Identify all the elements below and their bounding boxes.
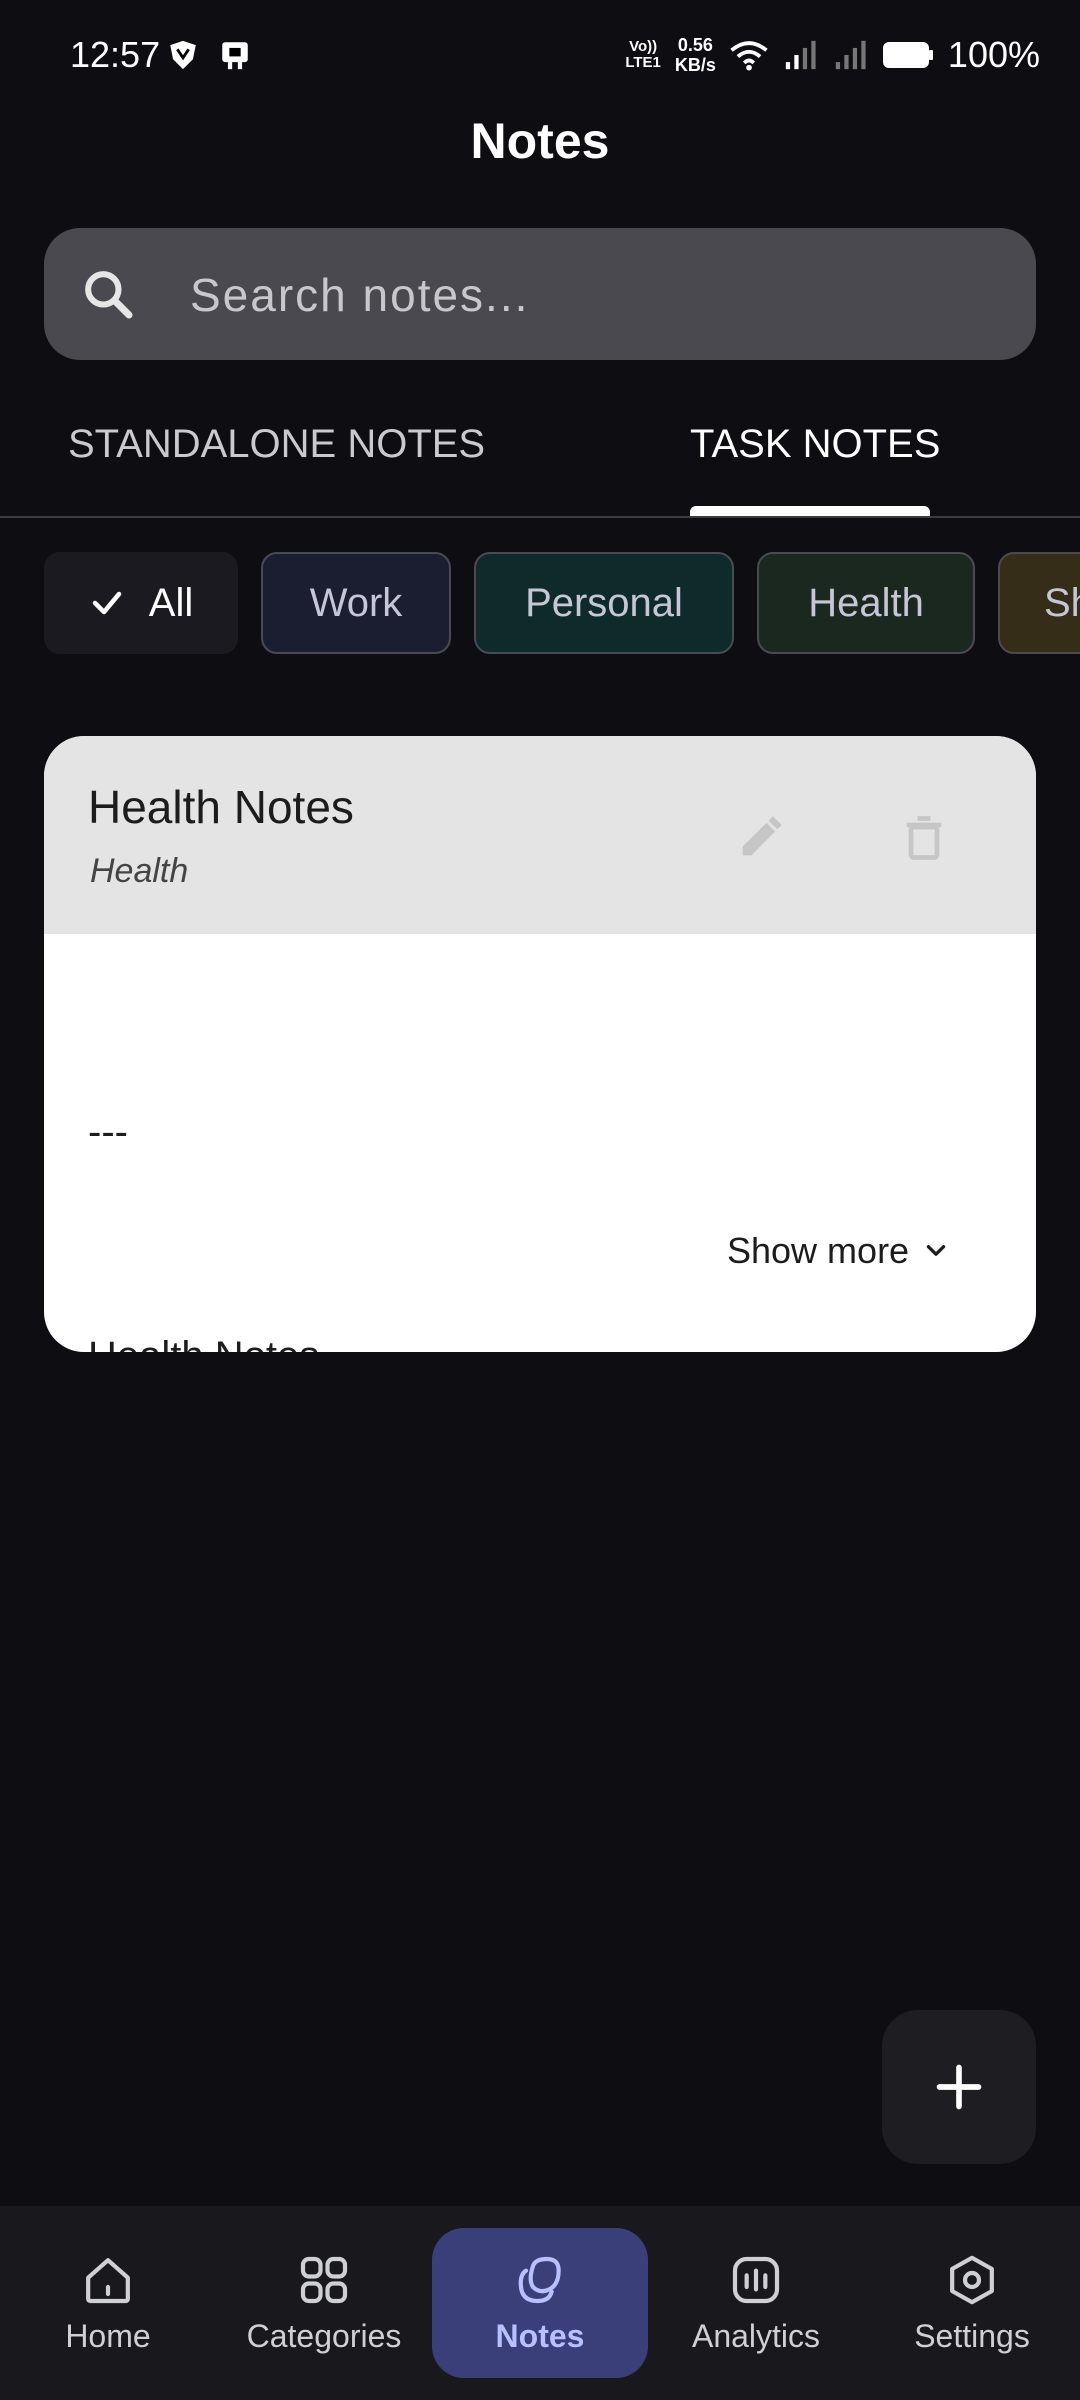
app-notification-icon <box>222 42 248 70</box>
network-speed: 0.56 KB/s <box>675 35 716 75</box>
nav-notes[interactable]: Notes <box>432 2206 648 2400</box>
settings-icon <box>950 2255 994 2304</box>
net-speed-unit: KB/s <box>674 55 716 75</box>
volte-line2: LTE1 <box>625 54 661 71</box>
add-note-button[interactable] <box>882 2010 1036 2164</box>
volte-line1: Vo)) <box>629 38 658 55</box>
analytics-icon <box>732 2256 780 2303</box>
edit-icon[interactable] <box>734 812 786 864</box>
show-more-button[interactable]: Show more <box>727 1230 949 1272</box>
note-category: Health <box>90 852 189 890</box>
note-card[interactable]: Health Notes Health --- Health Notes Sho… <box>44 736 1036 1352</box>
delete-icon[interactable] <box>898 812 950 864</box>
chip-partial[interactable]: Sh <box>998 552 1080 654</box>
show-more-label: Show more <box>727 1230 910 1271</box>
chip-all-label: All <box>148 580 194 625</box>
active-tab-indicator <box>690 506 930 516</box>
signal-icon-2 <box>835 40 866 70</box>
battery-percentage: 100% <box>947 34 1040 75</box>
bottom-navigation-items: Notes Analytics Settings <box>0 2206 1080 2400</box>
signal-icon <box>785 40 816 70</box>
note-body-line2: Health Notes <box>88 1300 319 1352</box>
notes-icon <box>518 2256 561 2303</box>
status-time: 12:57 <box>70 34 161 75</box>
tab-standalone-notes[interactable]: STANDALONE NOTES <box>68 422 485 467</box>
status-bar: 12:57 Vo)) LTE1 0.56 KB/s 100% <box>0 0 1080 110</box>
wifi-icon <box>730 41 768 71</box>
note-card-header <box>44 736 1036 934</box>
tab-bar: STANDALONE NOTES TASK NOTES <box>0 400 1080 518</box>
chip-work[interactable]: Work <box>261 552 451 654</box>
nav-analytics-label: Analytics <box>691 2317 821 2354</box>
tab-task-notes[interactable]: TASK NOTES <box>690 422 940 467</box>
page-title: Notes <box>470 113 610 169</box>
nav-notes-label: Notes <box>495 2317 585 2354</box>
status-notification-icons <box>166 38 252 72</box>
search-input[interactable] <box>188 256 1012 334</box>
chip-health-label: Health <box>808 580 924 625</box>
chip-partial-label: Sh <box>1044 580 1080 625</box>
chip-personal[interactable]: Personal <box>474 552 734 654</box>
net-speed-value: 0.56 <box>677 35 713 55</box>
chip-work-label: Work <box>309 580 403 625</box>
search-icon[interactable] <box>80 266 136 322</box>
note-body: --- Health Notes <box>88 964 319 1352</box>
chip-personal-label: Personal <box>525 580 683 625</box>
plus-icon <box>936 2064 982 2110</box>
status-right-group: Vo)) LTE1 0.56 KB/s 100% <box>625 34 1040 76</box>
battery-icon <box>882 42 933 68</box>
chip-all[interactable]: All <box>44 552 238 654</box>
check-icon <box>92 591 122 615</box>
nav-settings-label: Settings <box>914 2317 1030 2354</box>
nav-settings[interactable]: Settings <box>898 2206 1046 2400</box>
chip-health[interactable]: Health <box>757 552 975 654</box>
category-filter-chips: All Work Personal Health Sh <box>0 552 1080 658</box>
shield-notification-icon <box>170 40 196 70</box>
nav-analytics[interactable]: Analytics <box>672 2206 840 2400</box>
volte-indicator: Vo)) LTE1 <box>625 39 661 71</box>
note-body-line1: --- <box>88 1110 128 1154</box>
chevron-down-icon <box>926 1245 946 1256</box>
note-title: Health Notes <box>88 781 354 833</box>
